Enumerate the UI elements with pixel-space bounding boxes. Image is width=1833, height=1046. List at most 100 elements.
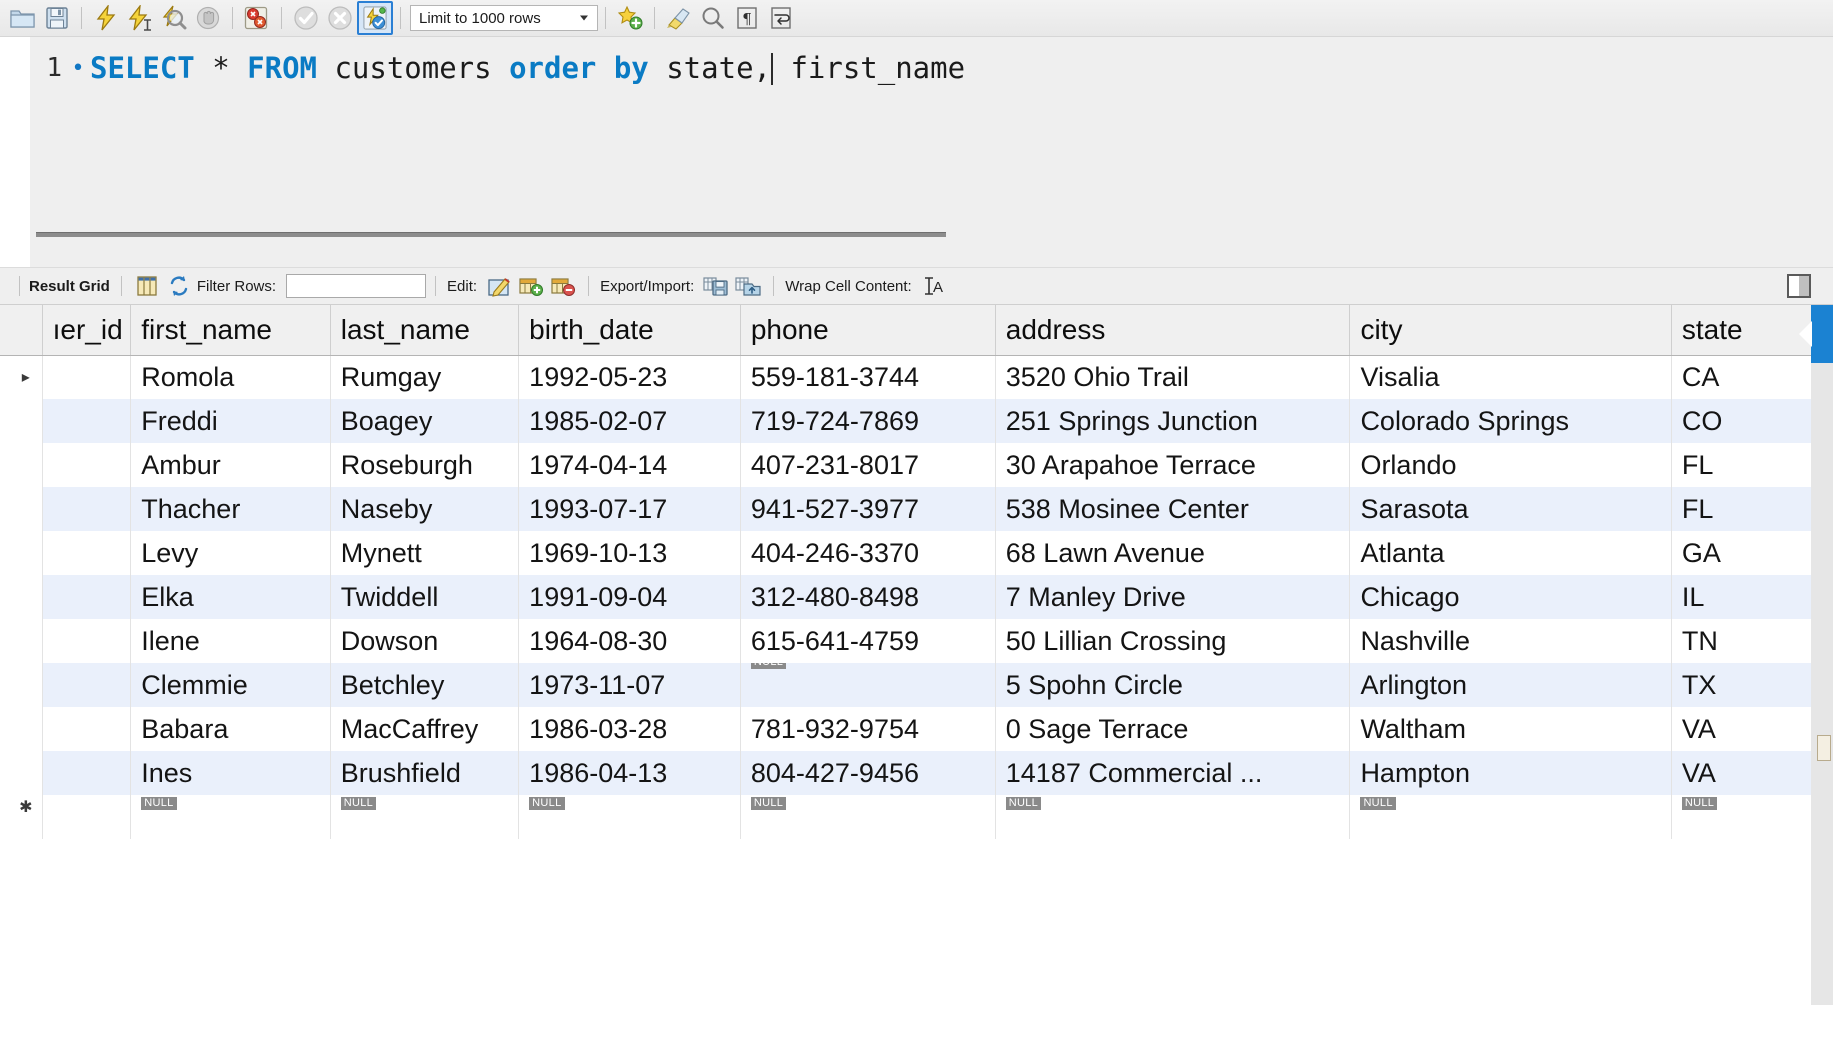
table-cell[interactable]: 407-231-8017 (740, 443, 996, 487)
table-cell[interactable]: 719-724-7869 (740, 399, 996, 443)
table-cell[interactable]: 781-932-9754 (740, 707, 996, 751)
table-cell[interactable]: 3520 Ohio Trail (995, 355, 1351, 399)
table-cell[interactable] (42, 443, 132, 487)
save-script-icon[interactable] (40, 2, 74, 34)
column-header-last_name[interactable]: last_name (330, 305, 520, 356)
column-header-phone[interactable]: phone (740, 305, 996, 356)
table-row[interactable]: Ambur Roseburgh 1974-04-14 407-231-8017 30 A… (0, 443, 1817, 487)
new-row-cell[interactable]: NULL (518, 795, 741, 839)
sql-query-line[interactable]: 1 • SELECT * FROM customers order by sta… (0, 47, 965, 89)
result-grid[interactable]: ıer_id first_name last_name birth_date phone… (0, 305, 1833, 1005)
table-cell[interactable]: Ines (130, 751, 331, 795)
table-cell[interactable]: Clemmie (130, 663, 331, 707)
table-cell[interactable] (42, 663, 132, 707)
table-cell[interactable]: IL (1671, 575, 1817, 619)
table-cell[interactable]: Betchley (330, 663, 520, 707)
table-cell[interactable]: Chicago (1349, 575, 1672, 619)
row-marker[interactable] (0, 751, 43, 795)
row-marker[interactable] (0, 575, 43, 619)
table-cell[interactable] (42, 619, 132, 663)
wrap-lines-icon[interactable] (764, 2, 798, 34)
column-header-first_name[interactable]: first_name (130, 305, 331, 356)
table-row[interactable]: ▸ Romola Rumgay 1992-05-23 559-181-3744 3520 … (0, 355, 1817, 399)
open-script-icon[interactable] (6, 2, 40, 34)
new-row[interactable]: ✱ NULL NULL NULL NULL NULL NULL NULL (0, 795, 1817, 839)
table-cell[interactable]: CO (1671, 399, 1817, 443)
table-cell[interactable]: Arlington (1349, 663, 1672, 707)
table-cell[interactable]: TN (1671, 619, 1817, 663)
autocommit-icon[interactable] (357, 1, 393, 35)
execute-icon[interactable] (89, 2, 123, 34)
table-row[interactable]: Elka Twiddell 1991-09-04 312-480-8498 7 Manl… (0, 575, 1817, 619)
table-cell[interactable]: Mynett (330, 531, 520, 575)
table-cell[interactable]: 251 Springs Junction (995, 399, 1351, 443)
table-row[interactable]: Thacher Naseby 1993-07-17 941-527-3977 538 M… (0, 487, 1817, 531)
table-cell[interactable]: Nashville (1349, 619, 1672, 663)
table-row[interactable]: Ilene Dowson 1964-08-30 615-641-4759 50 Lill… (0, 619, 1817, 663)
table-cell[interactable]: 804-427-9456 (740, 751, 996, 795)
stop-icon[interactable] (191, 2, 225, 34)
table-cell[interactable]: 1992-05-23 (518, 355, 741, 399)
table-cell[interactable]: Twiddell (330, 575, 520, 619)
table-cell[interactable]: Orlando (1349, 443, 1672, 487)
row-limit-dropdown[interactable]: Limit to 1000 rows (410, 5, 598, 31)
table-cell[interactable]: Atlanta (1349, 531, 1672, 575)
table-cell[interactable] (42, 487, 132, 531)
table-cell[interactable]: 1986-04-13 (518, 751, 741, 795)
table-cell[interactable]: Naseby (330, 487, 520, 531)
column-header-address[interactable]: address (995, 305, 1351, 356)
table-cell[interactable]: 615-641-4759 (740, 619, 996, 663)
new-row-cell[interactable]: NULL (1349, 795, 1672, 839)
toggle-sidebar-icon[interactable] (1787, 274, 1811, 298)
table-cell[interactable]: NULL (740, 663, 996, 707)
table-cell[interactable]: Romola (130, 355, 331, 399)
table-cell[interactable]: CA (1671, 355, 1817, 399)
table-cell[interactable]: Sarasota (1349, 487, 1672, 531)
table-cell[interactable]: 1991-09-04 (518, 575, 741, 619)
table-cell[interactable] (42, 399, 132, 443)
table-cell[interactable]: 1985-02-07 (518, 399, 741, 443)
wrap-cell-content-icon[interactable]: A (920, 273, 948, 299)
insert-row-icon[interactable] (517, 273, 545, 299)
invisible-chars-icon[interactable]: ¶ (730, 2, 764, 34)
table-cell[interactable] (42, 355, 132, 399)
rollback-icon[interactable] (323, 2, 357, 34)
row-marker[interactable] (0, 619, 43, 663)
table-cell[interactable]: FL (1671, 487, 1817, 531)
table-cell[interactable]: FL (1671, 443, 1817, 487)
table-cell[interactable]: 50 Lillian Crossing (995, 619, 1351, 663)
table-cell[interactable] (42, 707, 132, 751)
table-row[interactable]: Freddi Boagey 1985-02-07 719-724-7869 251 Sp… (0, 399, 1817, 443)
new-row-cell[interactable]: NULL (130, 795, 331, 839)
column-header-city[interactable]: city (1349, 305, 1672, 356)
table-cell[interactable]: 559-181-3744 (740, 355, 996, 399)
row-marker[interactable] (0, 707, 43, 751)
table-cell[interactable]: Ambur (130, 443, 331, 487)
table-row[interactable]: Ines Brushfield 1986-04-13 804-427-9456 1418… (0, 751, 1817, 795)
table-cell[interactable]: Roseburgh (330, 443, 520, 487)
table-row[interactable]: Levy Mynett 1969-10-13 404-246-3370 68 Lawn … (0, 531, 1817, 575)
row-marker[interactable] (0, 399, 43, 443)
table-cell[interactable]: 312-480-8498 (740, 575, 996, 619)
row-marker[interactable] (0, 663, 43, 707)
new-row-cell[interactable]: NULL (995, 795, 1351, 839)
table-cell[interactable]: Freddi (130, 399, 331, 443)
export-recordset-icon[interactable] (702, 273, 730, 299)
table-cell[interactable]: Ilene (130, 619, 331, 663)
execute-current-icon[interactable] (123, 2, 157, 34)
new-row-cell[interactable]: NULL (330, 795, 520, 839)
table-cell[interactable]: Waltham (1349, 707, 1672, 751)
table-cell[interactable]: VA (1671, 707, 1817, 751)
explain-icon[interactable] (157, 2, 191, 34)
table-cell[interactable]: 7 Manley Drive (995, 575, 1351, 619)
column-header-customer-id[interactable]: ıer_id (42, 305, 132, 356)
edit-cell-icon[interactable] (485, 273, 513, 299)
table-cell[interactable]: 14187 Commercial ... (995, 751, 1351, 795)
refresh-icon[interactable] (165, 273, 193, 299)
table-cell[interactable] (42, 751, 132, 795)
beautify-icon[interactable] (662, 2, 696, 34)
table-cell[interactable]: Hampton (1349, 751, 1672, 795)
table-cell[interactable]: Visalia (1349, 355, 1672, 399)
table-cell[interactable]: 1973-11-07 (518, 663, 741, 707)
table-row[interactable]: ClemmieBetchley1973-11-07 NULL 5 Spohn Cir… (0, 663, 1817, 707)
